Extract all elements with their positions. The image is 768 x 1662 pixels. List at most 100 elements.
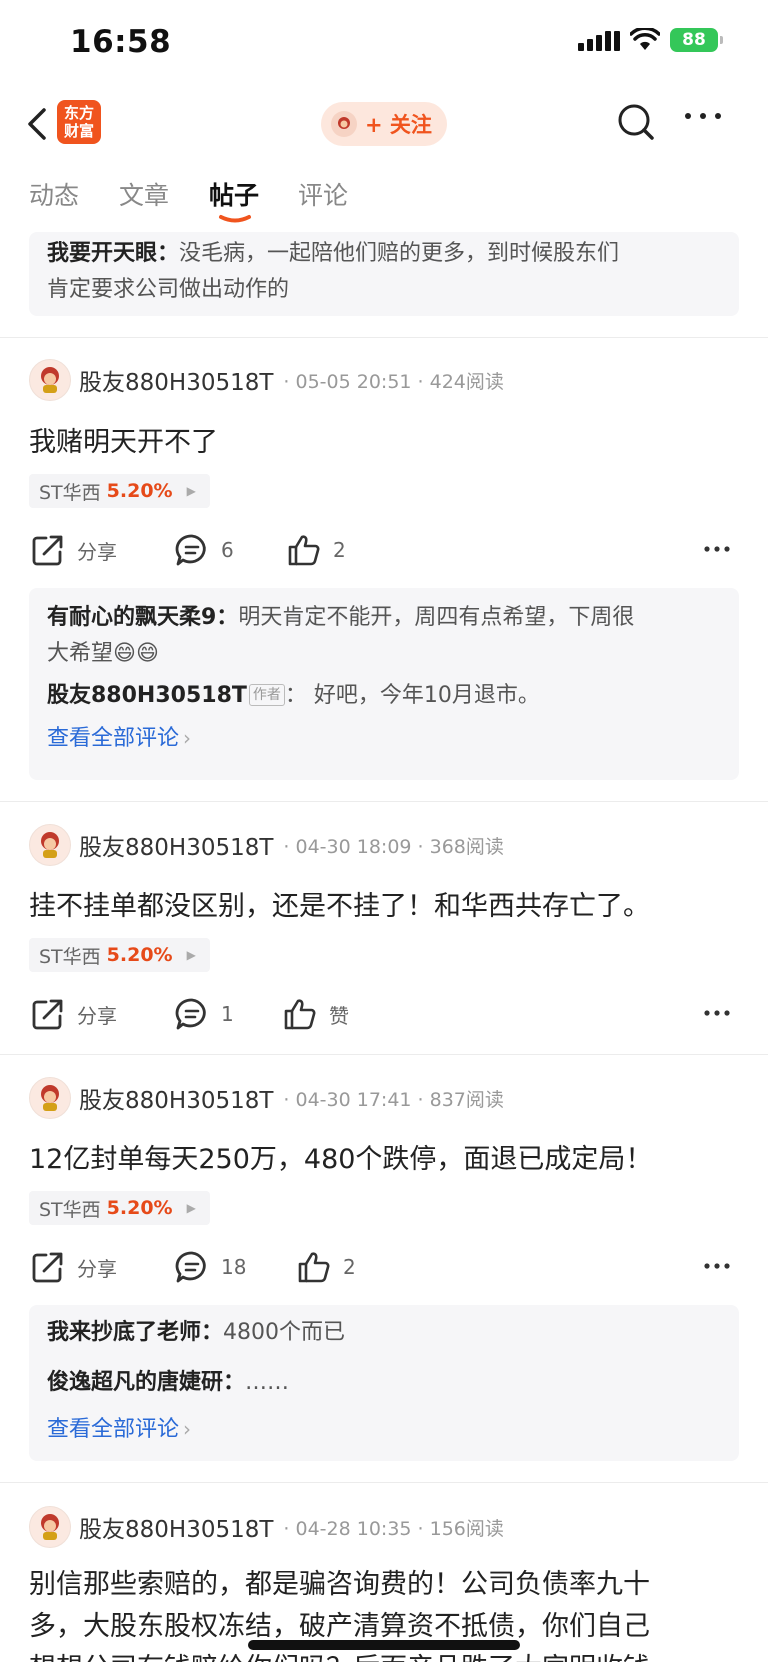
share-label: 分享 — [77, 1256, 117, 1281]
comment-count: 6 — [221, 538, 234, 562]
play-arrow-icon: ▶ — [186, 484, 196, 498]
user-avatar[interactable] — [29, 359, 71, 401]
stock-tag[interactable]: ST华西 5.20% ▶ — [29, 474, 210, 508]
share-label: 分享 — [77, 539, 117, 564]
battery-icon: 88 — [670, 28, 723, 52]
like-label: 赞 — [329, 1003, 349, 1028]
user-avatar[interactable] — [29, 1077, 71, 1119]
cellular-signal-icon — [578, 29, 620, 51]
post-header: 股友880H30518T · 04-30 18:09 · 368阅读 — [29, 824, 504, 866]
back-arrow-icon[interactable] — [22, 104, 52, 144]
share-icon — [32, 535, 63, 566]
comment-line: 股友880H30518T 作者： 好吧，今年10月退市。 — [47, 678, 721, 714]
comment-text: …… — [245, 1370, 290, 1395]
follow-button[interactable]: + 关注 — [321, 102, 447, 146]
username[interactable]: 股友880H30518T — [79, 363, 273, 397]
post-title[interactable]: 我赌明天开不了 — [29, 420, 218, 459]
stock-change: 5.20% — [106, 480, 173, 502]
stock-name: ST华西 — [39, 1198, 101, 1221]
status-icons: 88 — [578, 28, 723, 52]
like-count: 2 — [343, 1255, 356, 1279]
divider — [0, 801, 768, 802]
comment-text: 大希望 — [47, 641, 114, 666]
comment-preview-box[interactable]: 我要开天眼：没毛病，一起陪他们赔的更多，到时候股东们 肯定要求公司做出动作的 — [29, 232, 739, 316]
stock-tag[interactable]: ST华西 5.20% ▶ — [29, 938, 210, 972]
tab-articles[interactable]: 文章 — [119, 176, 169, 212]
comment-user[interactable]: 俊逸超凡的唐婕研： — [47, 1370, 245, 1395]
more-icon[interactable] — [703, 1008, 731, 1018]
post-meta: · 04-30 18:09 · 368阅读 — [283, 835, 504, 858]
grin-emoji-icon: 😄😄 — [113, 641, 159, 666]
post-meta: · 05-05 20:51 · 424阅读 — [283, 370, 504, 393]
post-title[interactable]: 挂不挂单都没区别，还是不挂了！和华西共存亡了。 — [29, 884, 650, 923]
comment-user[interactable]: 有耐心的飘天柔9： — [47, 605, 238, 630]
comment-text-continued: 大希望😄😄 — [47, 636, 721, 672]
post-title[interactable]: 12亿封单每天250万，480个跌停，面退已成定局！ — [29, 1137, 652, 1176]
post-meta: · 04-28 10:35 · 156阅读 — [283, 1517, 504, 1540]
view-all-comments-link[interactable]: 查看全部评论 › — [47, 720, 721, 757]
comment-button[interactable]: 1 — [175, 994, 234, 1034]
divider — [0, 1482, 768, 1483]
comment-text: 4800个而已 — [223, 1320, 346, 1345]
tab-comments[interactable]: 评论 — [298, 176, 348, 212]
comment-preview-box[interactable]: 有耐心的飘天柔9：明天肯定不能开，周四有点希望，下周很 大希望😄😄 股友880H… — [29, 588, 739, 780]
comment-text: 没毛病，一起陪他们赔的更多，到时候股东们 — [179, 241, 620, 266]
home-indicator[interactable] — [248, 1640, 520, 1650]
post-actions: 分享 18 2 — [29, 1247, 739, 1287]
comment-preview-box[interactable]: 我来抄底了老师：4800个而已 俊逸超凡的唐婕研：…… 查看全部评论 › — [29, 1305, 739, 1461]
comment-button[interactable]: 18 — [175, 1247, 246, 1287]
comment-count: 1 — [221, 1002, 234, 1026]
share-button[interactable]: 分享 — [31, 1247, 117, 1287]
wifi-icon — [630, 28, 660, 50]
post-actions: 分享 6 2 — [29, 530, 739, 570]
comment-button[interactable]: 6 — [175, 530, 234, 570]
post-body-line: 别信那些索赔的，都是骗咨询费的！公司负债率九十 — [29, 1569, 650, 1600]
thumbs-up-icon — [298, 1252, 330, 1283]
share-button[interactable]: 分享 — [31, 994, 117, 1034]
more-icon[interactable] — [703, 1261, 731, 1271]
user-avatar[interactable] — [29, 824, 71, 866]
divider — [0, 1054, 768, 1055]
username[interactable]: 股友880H30518T — [79, 828, 273, 862]
comment-user[interactable]: 我要开天眼： — [47, 241, 179, 266]
nav-bar: 东方财富 + 关注 — [0, 92, 768, 156]
comment-line: 我要开天眼：没毛病，一起陪他们赔的更多，到时候股东们 — [47, 236, 721, 272]
share-icon — [32, 999, 63, 1030]
play-arrow-icon: ▶ — [186, 948, 196, 962]
comment-icon — [175, 534, 206, 566]
comment-icon — [175, 998, 206, 1030]
like-button[interactable]: 2 — [297, 1247, 356, 1287]
thumbs-up-icon — [288, 535, 320, 566]
comment-user[interactable]: 我来抄底了老师： — [47, 1320, 223, 1345]
comment-line: 我来抄底了老师：4800个而已 — [47, 1315, 721, 1351]
post-header: 股友880H30518T · 05-05 20:51 · 424阅读 — [29, 359, 504, 401]
status-time: 16:58 — [70, 24, 172, 60]
brand-logo: 东方财富 — [57, 100, 101, 144]
more-icon[interactable] — [703, 544, 731, 554]
like-count: 2 — [333, 538, 346, 562]
post-actions: 分享 1 赞 — [29, 994, 739, 1034]
username[interactable]: 股友880H30518T — [79, 1081, 273, 1115]
more-options-icon[interactable] — [682, 110, 724, 122]
stock-change: 5.20% — [106, 944, 173, 966]
stock-name: ST华西 — [39, 945, 101, 968]
share-button[interactable]: 分享 — [31, 530, 117, 570]
brand-logo-text: 东方财富 — [63, 104, 94, 140]
view-all-label: 查看全部评论 — [47, 726, 180, 751]
comment-user[interactable]: 股友880H30518T — [47, 683, 247, 708]
like-button[interactable]: 赞 — [283, 994, 349, 1034]
post-body-line: 想想公司有钱赔给你们吗？后面产品跌了大家明收钱 — [29, 1648, 739, 1662]
tab-posts[interactable]: 帖子 — [209, 176, 259, 212]
like-button[interactable]: 2 — [287, 530, 346, 570]
post-header: 股友880H30518T · 04-30 17:41 · 837阅读 — [29, 1077, 504, 1119]
tab-dynamics[interactable]: 动态 — [29, 176, 79, 212]
username[interactable]: 股友880H30518T — [79, 1510, 273, 1544]
stock-tag[interactable]: ST华西 5.20% ▶ — [29, 1191, 210, 1225]
chevron-right-icon: › — [183, 1417, 192, 1441]
follow-avatar-icon — [331, 111, 357, 137]
user-avatar[interactable] — [29, 1506, 71, 1548]
comment-text-continued: 肯定要求公司做出动作的 — [47, 277, 290, 302]
view-all-comments-link[interactable]: 查看全部评论 › — [47, 1411, 721, 1448]
post-header: 股友880H30518T · 04-28 10:35 · 156阅读 — [29, 1506, 504, 1548]
search-icon[interactable] — [616, 102, 656, 142]
